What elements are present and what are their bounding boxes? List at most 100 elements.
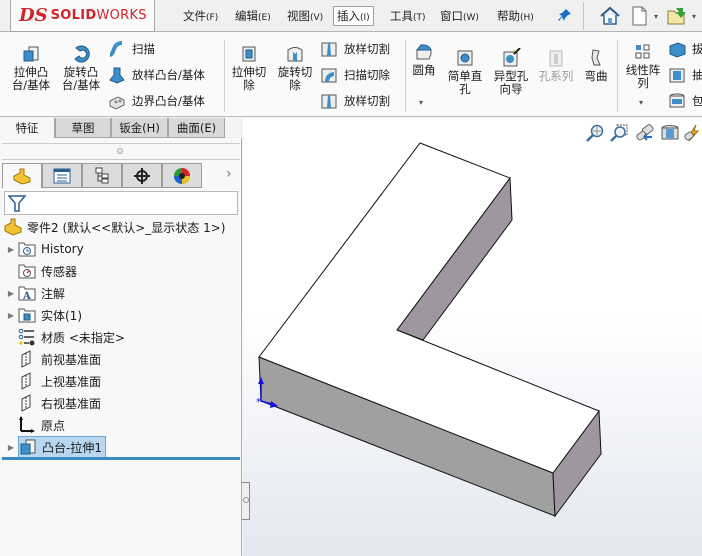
loft-cut-button[interactable]: 放样切割 xyxy=(320,38,390,60)
boss-extrude-icon xyxy=(19,438,37,456)
tree-item[interactable]: 前视基准面 xyxy=(4,348,240,370)
flex-icon xyxy=(586,48,606,68)
zoom-to-area-icon[interactable] xyxy=(609,124,629,142)
open-document-icon[interactable] xyxy=(666,5,688,27)
sweep-icon xyxy=(108,40,126,58)
ds-logo-mark: DS xyxy=(19,5,48,26)
pin-icon[interactable] xyxy=(558,8,572,26)
sweep-cut-button[interactable]: 扫描切除 xyxy=(320,64,390,86)
linear-pattern-button[interactable]: 线性阵列 xyxy=(622,42,664,90)
menu-tools[interactable]: 工具(T) xyxy=(387,6,429,26)
loft-boss-button[interactable]: 放样凸台/基体 xyxy=(108,64,205,86)
tree-item[interactable]: ▶ 实体(1) xyxy=(4,304,240,326)
display-manager-icon xyxy=(174,167,190,184)
pattern-dropdown-icon[interactable]: ▾ xyxy=(639,98,643,107)
fillet-icon xyxy=(414,42,434,62)
extrude-boss-button[interactable]: 拉伸凸 台/基体 xyxy=(10,44,52,92)
tab-dimxpert[interactable] xyxy=(122,163,162,188)
tab-sheet-metal[interactable]: 钣金(H) xyxy=(111,118,168,138)
draft-button[interactable]: 拔 xyxy=(668,38,702,60)
tree-item-label: 原点 xyxy=(41,418,66,433)
tree-item[interactable]: 上视基准面 xyxy=(4,370,240,392)
revolve-boss-button[interactable]: 旋转凸 台/基体 xyxy=(60,44,102,92)
home-icon[interactable] xyxy=(599,5,621,27)
sweep-button[interactable]: 扫描 xyxy=(108,38,155,60)
solidworks-logo[interactable]: DS SOLIDWORKS xyxy=(10,0,155,32)
expand-arrow-icon[interactable]: ▶ xyxy=(4,245,18,254)
tree-item-content: 上视基准面 xyxy=(18,372,101,390)
plane-icon xyxy=(18,394,36,412)
open-dropdown-icon[interactable]: ▾ xyxy=(692,12,696,21)
tab-feature-manager[interactable] xyxy=(2,163,42,188)
simple-hole-button[interactable]: 简单直孔 xyxy=(444,48,486,96)
revolve-cut-icon xyxy=(285,44,305,64)
sweep-cut-icon xyxy=(320,66,338,84)
menu-file[interactable]: 文件(F) xyxy=(180,6,221,26)
hole-series-icon xyxy=(546,48,566,68)
tab-features[interactable]: 特征 xyxy=(0,118,55,138)
tree-item-content: 右视基准面 xyxy=(18,394,101,412)
wrap-button[interactable]: 包 xyxy=(668,90,702,112)
panel-grip-handle[interactable] xyxy=(117,148,123,154)
hole-wizard-button[interactable]: 异型孔 向导 xyxy=(490,47,532,96)
new-document-icon[interactable] xyxy=(628,5,650,27)
menu-help[interactable]: 帮助(H) xyxy=(494,6,537,26)
linear-pattern-icon xyxy=(633,42,653,62)
tree-filter-input[interactable] xyxy=(4,191,238,215)
zoom-to-fit-icon[interactable] xyxy=(585,124,605,142)
menu-view[interactable]: 视图(V) xyxy=(284,6,326,26)
section-view-icon[interactable] xyxy=(660,124,680,142)
tree-item[interactable]: ▶ A 注解 xyxy=(4,282,240,304)
boundary-boss-icon xyxy=(108,92,126,110)
hole-series-button[interactable]: 孔系列 xyxy=(536,48,576,83)
loft-cut-2-button[interactable]: 放样切割 xyxy=(320,90,390,112)
solid-bodies-folder-icon xyxy=(18,306,36,324)
panel-tabs-scroll-right-icon[interactable]: › xyxy=(226,166,232,182)
filter-icon xyxy=(8,195,26,212)
fillet-button[interactable]: 圆角 xyxy=(410,42,438,77)
loft-cut-icon xyxy=(320,40,338,58)
expand-arrow-icon[interactable]: ▶ xyxy=(4,443,18,452)
menu-edit[interactable]: 编辑(E) xyxy=(232,6,274,26)
tree-item[interactable]: ▶ 凸台-拉伸1 xyxy=(4,436,240,458)
tree-item-content: 传感器 xyxy=(18,262,77,280)
tree-root-part[interactable]: 零件2 (默认<<默认>_显示状态 1>) xyxy=(4,216,225,238)
new-dropdown-icon[interactable]: ▾ xyxy=(654,12,658,21)
plane-icon xyxy=(18,372,36,390)
ribbon-separator xyxy=(617,40,618,112)
panel-divider xyxy=(2,159,240,160)
tree-item-content: 前视基准面 xyxy=(18,350,101,368)
expand-arrow-icon[interactable]: ▶ xyxy=(4,289,18,298)
tree-item[interactable]: 右视基准面 xyxy=(4,392,240,414)
origin-icon xyxy=(18,416,36,434)
tab-configuration-manager[interactable] xyxy=(82,163,122,188)
dimxpert-icon xyxy=(134,167,150,184)
view-orientation-icon[interactable] xyxy=(684,124,702,142)
rollback-bar[interactable] xyxy=(2,457,240,460)
menu-window[interactable]: 窗口(W) xyxy=(437,6,482,26)
tree-item[interactable]: ▶ History xyxy=(4,238,240,260)
menu-insert[interactable]: 插入(I) xyxy=(333,6,374,26)
tree-item[interactable]: 传感器 xyxy=(4,260,240,282)
tab-surfaces[interactable]: 曲面(E) xyxy=(168,118,225,138)
extrude-cut-button[interactable]: 拉伸切除 xyxy=(228,44,270,92)
tree-item-content: 材质 <未指定> xyxy=(18,328,125,346)
tree-item-label: 材质 <未指定> xyxy=(41,330,125,345)
tree-item-content: 原点 xyxy=(18,416,65,434)
tree-item[interactable]: 原点 xyxy=(4,414,240,436)
expand-arrow-icon[interactable]: ▶ xyxy=(4,311,18,320)
revolve-cut-button[interactable]: 旋转切除 xyxy=(274,44,316,92)
tab-display-manager[interactable] xyxy=(162,163,202,188)
flex-button[interactable]: 弯曲 xyxy=(580,48,612,83)
boundary-boss-button[interactable]: 边界凸台/基体 xyxy=(108,90,205,112)
tab-property-manager[interactable] xyxy=(42,163,82,188)
fillet-dropdown-icon[interactable]: ▾ xyxy=(419,98,423,107)
shell-icon xyxy=(668,66,686,84)
tree-item[interactable]: 材质 <未指定> xyxy=(4,326,240,348)
previous-view-icon[interactable] xyxy=(635,124,655,142)
extrude-cut-icon xyxy=(239,44,259,64)
shell-button[interactable]: 抽 xyxy=(668,64,702,86)
graphics-viewport[interactable]: 软件自学网 WWW.RJZXW.COM * xyxy=(243,118,702,556)
tab-sketch[interactable]: 草图 xyxy=(55,118,111,138)
sensors-folder-icon xyxy=(18,262,36,280)
